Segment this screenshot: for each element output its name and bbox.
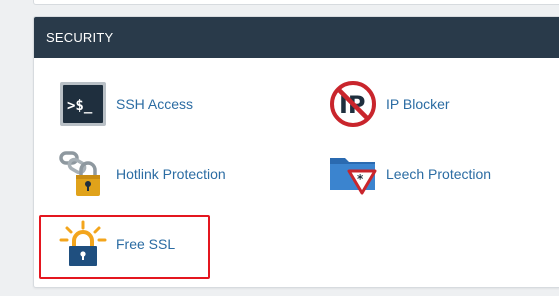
ip-blocker-label: IP Blocker (386, 96, 450, 112)
ip-blocked-icon: IP (329, 80, 377, 128)
svg-text:*: * (357, 172, 364, 186)
chain-lock-icon (59, 150, 107, 198)
free-ssl-label: Free SSL (116, 236, 176, 252)
svg-text:>$_: >$_ (67, 98, 93, 114)
leech-protection-label: Leech Protection (386, 166, 492, 182)
leech-protection-link[interactable]: * Leech Protection (329, 150, 491, 198)
terminal-icon: >$_ (59, 80, 107, 128)
hotlink-protection-label: Hotlink Protection (116, 166, 226, 182)
previous-panel-edge (33, 0, 559, 5)
lock-sun-icon (59, 220, 107, 268)
ssh-access-link[interactable]: >$_ SSH Access (59, 80, 193, 128)
section-header[interactable]: SECURITY (34, 17, 559, 58)
ip-blocker-link[interactable]: IP IP Blocker (329, 80, 450, 128)
ssh-access-label: SSH Access (116, 96, 194, 112)
folder-warning-icon: * (329, 150, 377, 198)
hotlink-protection-link[interactable]: Hotlink Protection (59, 150, 226, 198)
free-ssl-link[interactable]: Free SSL (59, 220, 175, 268)
